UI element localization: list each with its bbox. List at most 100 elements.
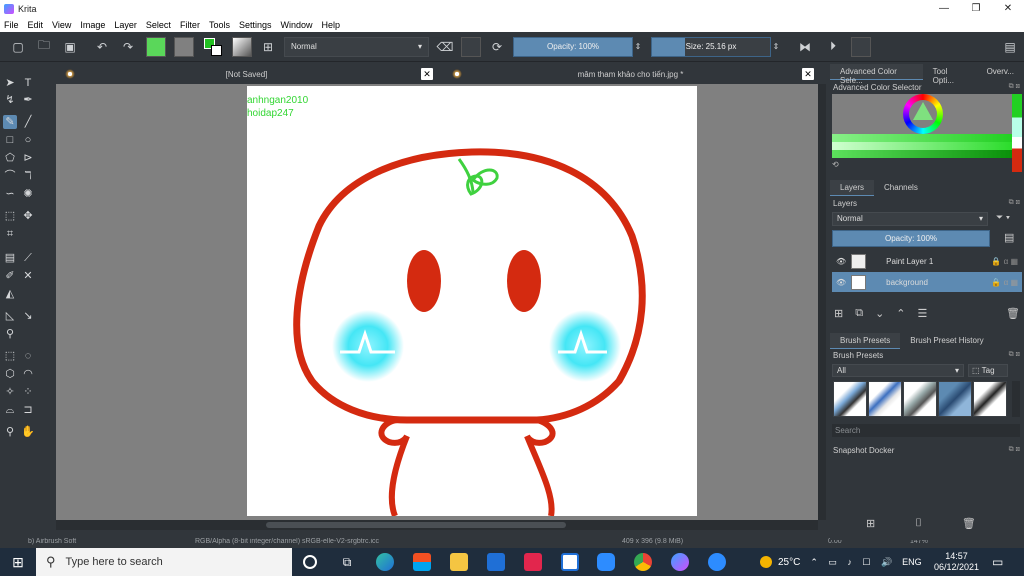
- drawing-canvas[interactable]: anhngan2010 hoidap247: [247, 86, 697, 516]
- color-strip-2[interactable]: [832, 142, 1012, 150]
- close-tab-icon[interactable]: ✕: [421, 68, 433, 80]
- tab-overview[interactable]: Overv...: [977, 64, 1024, 80]
- bezier-tool-icon[interactable]: ⌒: [3, 169, 17, 183]
- zalo-icon[interactable]: [561, 553, 579, 571]
- brush-preset-thumb[interactable]: [903, 381, 937, 417]
- brush-scrollbar[interactable]: [1012, 381, 1020, 417]
- wrap-around-toggle[interactable]: [851, 36, 871, 57]
- color-ring[interactable]: [903, 94, 943, 134]
- zoom-app-icon[interactable]: [597, 553, 615, 571]
- pan-tool-icon[interactable]: ✋: [21, 425, 35, 439]
- polygon-select-tool-icon[interactable]: ⬡: [3, 367, 17, 381]
- undo-icon[interactable]: ↶: [92, 37, 112, 57]
- layer-properties-icon[interactable]: ▤: [1004, 231, 1014, 244]
- bezier-select-tool-icon[interactable]: ⌓: [3, 403, 17, 417]
- weather-temp[interactable]: 25°C: [778, 557, 800, 568]
- menu-window[interactable]: Window: [280, 20, 312, 30]
- tab-brush-presets[interactable]: Brush Presets: [830, 333, 901, 349]
- close-tab-icon[interactable]: ✕: [802, 68, 814, 80]
- assistant-tool-icon[interactable]: ↘: [21, 309, 35, 323]
- store-icon[interactable]: [413, 553, 431, 571]
- multibrush-tool-icon[interactable]: ✺: [21, 187, 35, 201]
- rect-select-tool-icon[interactable]: ⬚: [3, 349, 17, 363]
- gradient-swatch[interactable]: [146, 36, 166, 57]
- photos-icon[interactable]: [524, 553, 542, 571]
- chrome-icon[interactable]: [634, 553, 652, 571]
- color-strip-1[interactable]: [832, 134, 1012, 142]
- eraser-icon[interactable]: ⌫: [435, 37, 455, 57]
- menu-file[interactable]: File: [4, 20, 19, 30]
- move-up-icon[interactable]: ⌃: [896, 307, 905, 320]
- taskbar-search-box[interactable]: ⚲ Type here to search: [36, 548, 292, 576]
- select-shapes-tool-icon[interactable]: ➤: [3, 76, 17, 90]
- size-spin-icon[interactable]: ⇕: [771, 37, 781, 57]
- tab-channels[interactable]: Channels: [874, 180, 928, 196]
- freehand-select-tool-icon[interactable]: ◠: [21, 367, 35, 381]
- minimize-button[interactable]: —: [928, 0, 960, 17]
- task-view-icon[interactable]: ⧉: [338, 553, 356, 571]
- edge-icon[interactable]: [376, 553, 394, 571]
- layer-row[interactable]: 👁 background 🔒 α ▦: [832, 272, 1022, 292]
- similar-select-tool-icon[interactable]: ⁘: [21, 385, 35, 399]
- vertical-scrollbar[interactable]: [818, 84, 826, 520]
- crop-tool-icon[interactable]: ⌗: [3, 227, 17, 241]
- dockers-menu-icon[interactable]: ▤: [1000, 37, 1020, 57]
- menu-settings[interactable]: Settings: [239, 20, 272, 30]
- magnetic-select-tool-icon[interactable]: ⊐: [21, 403, 35, 417]
- opacity-slider[interactable]: Opacity: 100%: [513, 36, 633, 57]
- menu-select[interactable]: Select: [146, 20, 171, 30]
- brush-preset-thumb[interactable]: [868, 381, 902, 417]
- edit-shapes-tool-icon[interactable]: ↯: [3, 93, 17, 107]
- reload-preset-icon[interactable]: ⟳: [487, 37, 507, 57]
- blend-mode-select[interactable]: Normal ▾: [284, 36, 429, 57]
- freehand-brush-tool-icon[interactable]: ✎: [3, 115, 17, 129]
- brush-preset-thumb[interactable]: [833, 381, 867, 417]
- color-selector[interactable]: [832, 94, 1012, 158]
- workspace-grid-icon[interactable]: ⊞: [258, 37, 278, 57]
- tab-image-file[interactable]: mâm tham khảo cho tiến.jpg * ✕: [443, 65, 818, 84]
- language-indicator[interactable]: ENG: [902, 557, 922, 567]
- file-explorer-icon[interactable]: [450, 553, 468, 571]
- menu-filter[interactable]: Filter: [180, 20, 200, 30]
- delete-snapshot-icon[interactable]: 🗑: [962, 517, 976, 530]
- fg-bg-color-icon[interactable]: [204, 37, 222, 56]
- new-document-icon[interactable]: ▢: [8, 37, 28, 57]
- open-folder-icon[interactable]: 🗀: [34, 37, 54, 57]
- brush-preset-icon[interactable]: [232, 36, 252, 57]
- layer-blend-select[interactable]: Normal ▾: [832, 212, 988, 226]
- preserve-alpha-toggle[interactable]: [461, 36, 481, 57]
- line-tool-icon[interactable]: ╱: [21, 115, 35, 129]
- measure-tool-icon[interactable]: ◺: [3, 309, 17, 323]
- notification-icon[interactable]: ▭: [992, 548, 1003, 576]
- brush-search-input[interactable]: Search: [832, 424, 1020, 437]
- tab-brush-preset-history[interactable]: Brush Preset History: [900, 333, 993, 349]
- cortana-icon[interactable]: [303, 555, 317, 569]
- color-history-strip[interactable]: [1012, 94, 1022, 172]
- tab-not-saved[interactable]: [Not Saved] ✕: [56, 65, 437, 84]
- colorize-mask-tool-icon[interactable]: ✐: [3, 269, 17, 283]
- close-button[interactable]: ✕: [992, 0, 1024, 17]
- pattern-swatch[interactable]: [174, 36, 194, 57]
- mail-icon[interactable]: [487, 553, 505, 571]
- layer-row[interactable]: 👁 Paint Layer 1 🔒 α ▦: [832, 251, 1022, 271]
- opacity-spin-icon[interactable]: ⇕: [633, 37, 643, 57]
- tab-tool-options[interactable]: Tool Opti...: [923, 64, 977, 85]
- menu-edit[interactable]: Edit: [28, 20, 44, 30]
- dock-float-close-icon[interactable]: ⧉ ⊠: [1009, 351, 1020, 359]
- zoom-meeting-icon[interactable]: [708, 553, 726, 571]
- clock[interactable]: 14:57 06/12/2021: [934, 548, 979, 576]
- size-slider[interactable]: Size: 25.16 px: [651, 36, 771, 57]
- mirror-horizontal-icon[interactable]: ⧓: [795, 37, 815, 57]
- gradient-tool-icon[interactable]: ▤: [3, 251, 17, 265]
- krita-taskbar-icon[interactable]: [671, 553, 689, 571]
- dock-float-close-icon[interactable]: ⧉ ⊠: [1009, 83, 1020, 91]
- camera-icon[interactable]: ⌷: [915, 517, 922, 530]
- brush-filter-select[interactable]: All ▾: [832, 364, 964, 377]
- add-snapshot-icon[interactable]: ⊞: [866, 517, 875, 530]
- dock-float-close-icon[interactable]: ⧉ ⊠: [1009, 199, 1020, 207]
- brush-preset-thumb[interactable]: [973, 381, 1007, 417]
- add-layer-icon[interactable]: ⊞: [834, 307, 843, 320]
- eye-icon[interactable]: 👁: [836, 257, 846, 266]
- menu-layer[interactable]: Layer: [114, 20, 137, 30]
- contiguous-select-tool-icon[interactable]: ✧: [3, 385, 17, 399]
